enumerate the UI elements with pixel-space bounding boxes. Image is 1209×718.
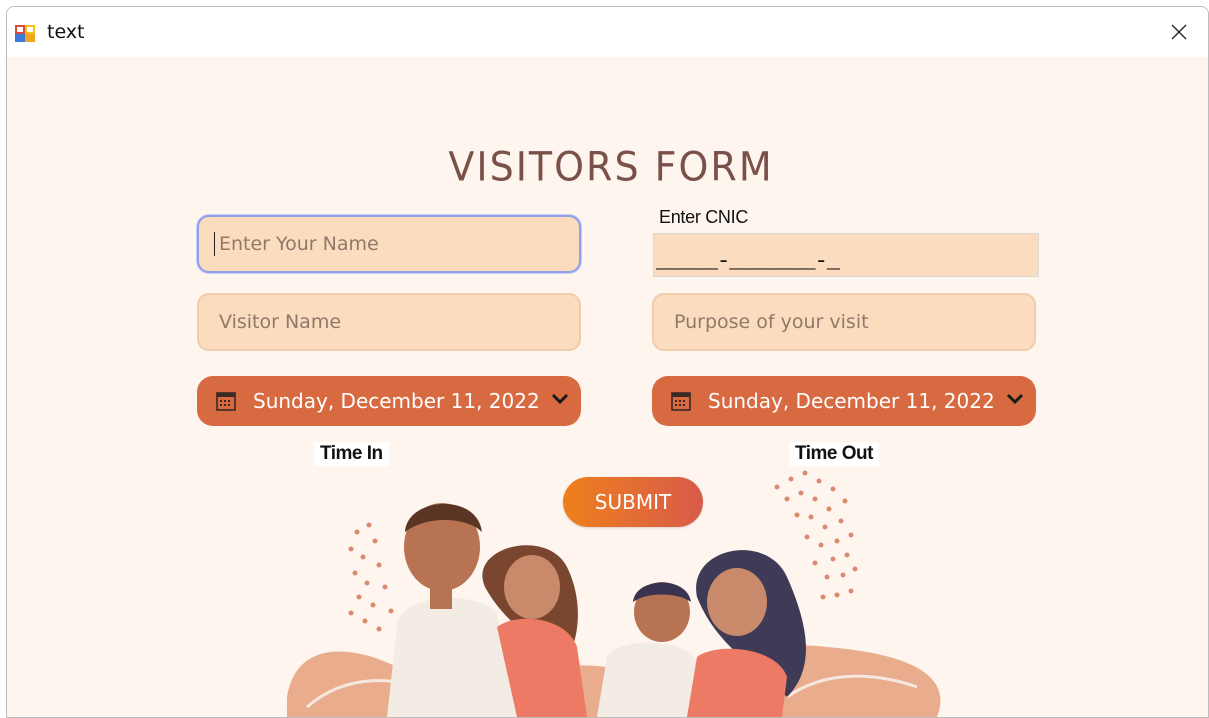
text-caret <box>214 232 215 256</box>
form-panel: VISITORS FORM Enter Your Name Enter CNIC… <box>7 57 1208 717</box>
close-button[interactable] <box>1164 17 1194 47</box>
name-input-placeholder: Enter Your Name <box>219 233 379 255</box>
time-out-date-value: Sunday, December 11, 2022 <box>708 389 995 413</box>
time-in-date-value: Sunday, December 11, 2022 <box>253 389 540 413</box>
window-title: text <box>47 21 85 43</box>
visitor-name-placeholder: Visitor Name <box>219 311 342 333</box>
chevron-down-icon[interactable] <box>1006 392 1024 406</box>
submit-button[interactable]: SUBMIT <box>563 477 703 527</box>
visitor-name-input[interactable]: Visitor Name <box>197 293 581 351</box>
time-in-date-picker[interactable]: Sunday, December 11, 2022 <box>197 376 581 426</box>
page-title: VISITORS FORM <box>448 143 774 191</box>
app-window: text VISITORS FORM Enter Your Name Enter… <box>6 6 1209 718</box>
time-out-date-picker[interactable]: Sunday, December 11, 2022 <box>652 376 1036 426</box>
purpose-placeholder: Purpose of your visit <box>674 311 869 333</box>
cnic-label: Enter CNIC <box>659 207 749 227</box>
cnic-mask: _____-_______-_ <box>656 249 840 274</box>
calendar-icon <box>216 392 236 411</box>
chevron-down-icon[interactable] <box>551 392 569 406</box>
close-icon <box>1171 24 1187 40</box>
time-in-label: Time In <box>314 442 389 466</box>
app-icon <box>15 25 35 42</box>
purpose-input[interactable]: Purpose of your visit <box>652 293 1036 351</box>
cnic-input[interactable]: _____-_______-_ <box>653 233 1039 277</box>
name-input[interactable]: Enter Your Name <box>197 215 581 273</box>
time-out-label: Time Out <box>789 442 879 466</box>
calendar-icon <box>671 392 691 411</box>
title-bar[interactable]: text <box>7 7 1208 57</box>
